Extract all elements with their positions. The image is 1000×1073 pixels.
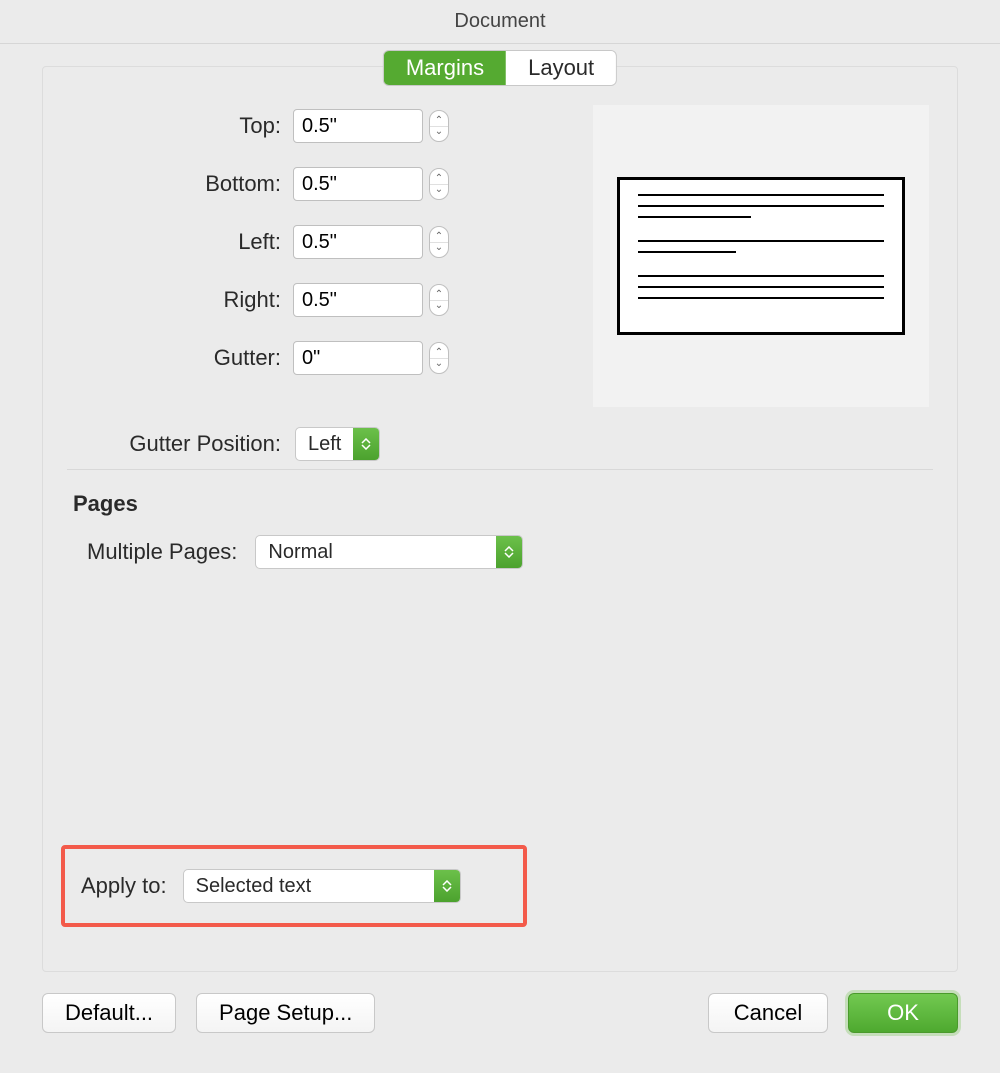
apply-to-value: Selected text bbox=[184, 870, 434, 902]
gutter-stepper[interactable]: ⌃⌄ bbox=[429, 342, 449, 374]
chevron-up-icon: ⌃ bbox=[435, 174, 443, 184]
page-setup-button[interactable]: Page Setup... bbox=[196, 993, 375, 1033]
left-input[interactable] bbox=[293, 225, 423, 259]
chevron-up-icon: ⌃ bbox=[435, 116, 443, 126]
gutter-input[interactable] bbox=[293, 341, 423, 375]
gutter-position-dropdown[interactable]: Left bbox=[295, 427, 380, 461]
pages-heading: Pages bbox=[73, 491, 523, 517]
tab-layout[interactable]: Layout bbox=[506, 51, 616, 85]
multiple-pages-row: Multiple Pages: Normal bbox=[73, 535, 523, 569]
margins-grid: Top: ⌃⌄ Bottom: ⌃⌄ Left: ⌃⌄ Right: ⌃⌄ Gu… bbox=[73, 109, 453, 375]
ok-button[interactable]: OK bbox=[848, 993, 958, 1033]
chevron-up-icon: ⌃ bbox=[435, 348, 443, 358]
top-input[interactable] bbox=[293, 109, 423, 143]
divider bbox=[67, 469, 933, 470]
apply-to-label: Apply to: bbox=[81, 873, 167, 899]
page-preview bbox=[617, 177, 905, 335]
gutter-position-row: Gutter Position: Left bbox=[73, 427, 380, 461]
right-label: Right: bbox=[73, 287, 293, 313]
chevron-down-icon: ⌄ bbox=[435, 301, 443, 311]
chevron-down-icon: ⌄ bbox=[435, 359, 443, 369]
left-label: Left: bbox=[73, 229, 293, 255]
content-panel: Margins Layout Top: ⌃⌄ Bottom: ⌃⌄ Left: … bbox=[42, 66, 958, 972]
gutter-position-value: Left bbox=[296, 428, 353, 460]
chevron-down-icon: ⌄ bbox=[435, 185, 443, 195]
bottom-stepper[interactable]: ⌃⌄ bbox=[429, 168, 449, 200]
right-input[interactable] bbox=[293, 283, 423, 317]
left-stepper[interactable]: ⌃⌄ bbox=[429, 226, 449, 258]
top-label: Top: bbox=[73, 113, 293, 139]
multiple-pages-label: Multiple Pages: bbox=[87, 539, 237, 565]
pages-section: Pages Multiple Pages: Normal bbox=[73, 491, 523, 569]
gutter-label: Gutter: bbox=[73, 345, 293, 371]
bottom-input[interactable] bbox=[293, 167, 423, 201]
bottom-bar: Default... Page Setup... Cancel OK bbox=[42, 993, 958, 1033]
bottom-label: Bottom: bbox=[73, 171, 293, 197]
gutter-position-label: Gutter Position: bbox=[73, 431, 281, 457]
page-preview-box bbox=[593, 105, 929, 407]
top-stepper[interactable]: ⌃⌄ bbox=[429, 110, 449, 142]
dropdown-arrows-icon bbox=[496, 536, 522, 568]
apply-to-dropdown[interactable]: Selected text bbox=[183, 869, 461, 903]
dropdown-arrows-icon bbox=[353, 428, 379, 460]
dropdown-arrows-icon bbox=[434, 870, 460, 902]
multiple-pages-value: Normal bbox=[256, 536, 496, 568]
default-button[interactable]: Default... bbox=[42, 993, 176, 1033]
tab-margins[interactable]: Margins bbox=[384, 51, 506, 85]
chevron-up-icon: ⌃ bbox=[435, 290, 443, 300]
apply-to-highlight: Apply to: Selected text bbox=[61, 845, 527, 927]
window-title: Document bbox=[454, 10, 545, 33]
cancel-button[interactable]: Cancel bbox=[708, 993, 828, 1033]
right-stepper[interactable]: ⌃⌄ bbox=[429, 284, 449, 316]
multiple-pages-dropdown[interactable]: Normal bbox=[255, 535, 523, 569]
tab-control: Margins Layout bbox=[383, 50, 617, 86]
chevron-up-icon: ⌃ bbox=[435, 232, 443, 242]
chevron-down-icon: ⌄ bbox=[435, 127, 443, 137]
title-bar: Document bbox=[0, 0, 1000, 44]
chevron-down-icon: ⌄ bbox=[435, 243, 443, 253]
